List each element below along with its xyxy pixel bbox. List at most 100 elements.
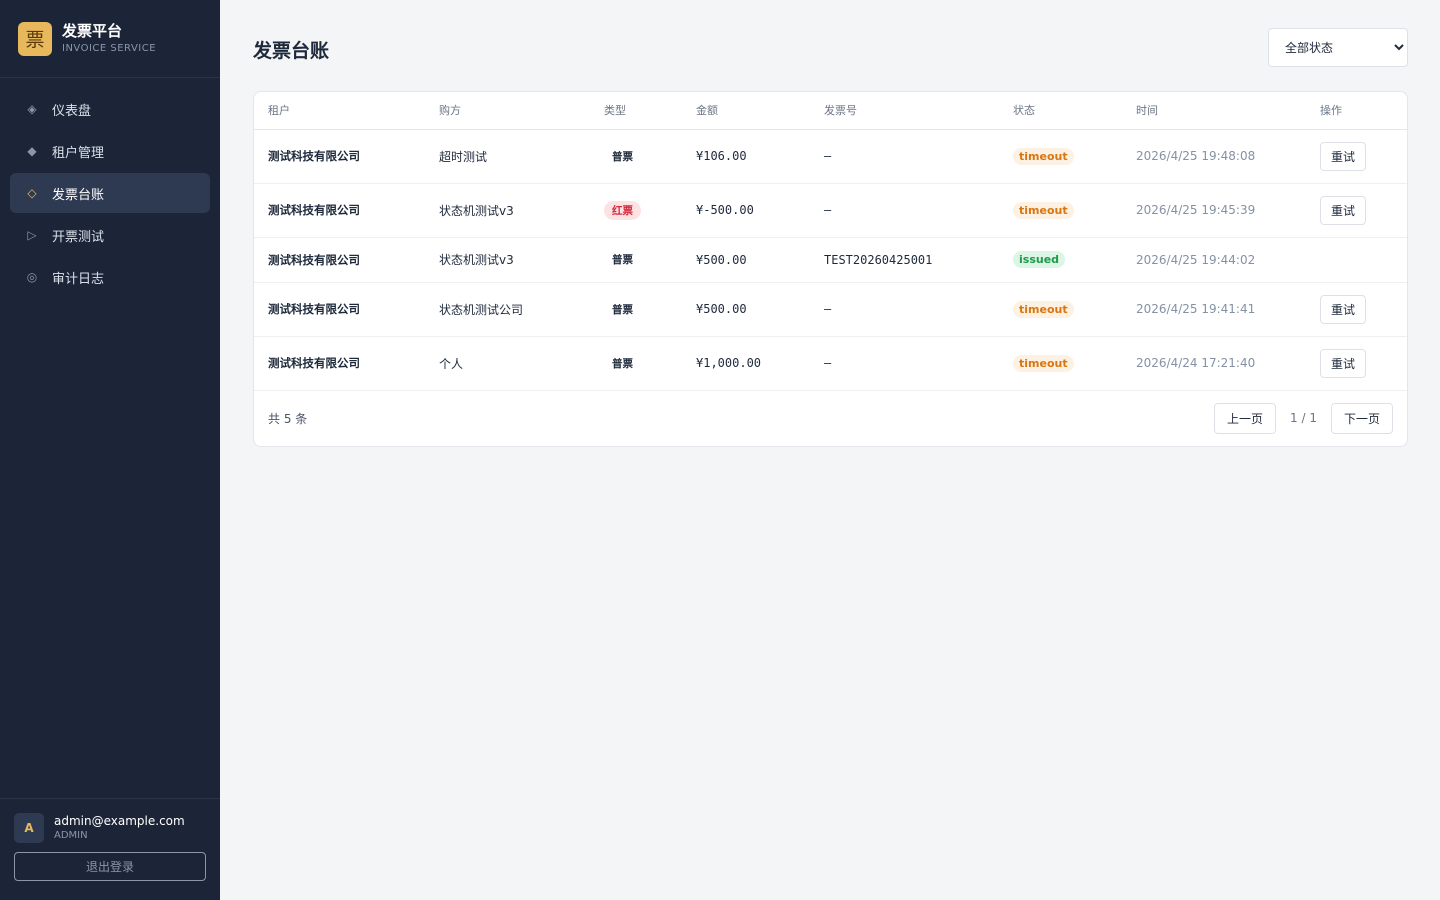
table-row: 测试科技有限公司 个人 普票 ¥1,000.00 — timeout 2026/4/24 1… [254,336,1407,390]
buyer-cell: 个人 [439,356,464,371]
type-badge: 普票 [612,303,633,316]
page-indicator: 1 / 1 [1290,411,1317,425]
total-count: 共 5 条 [268,411,308,426]
buyer-cell: 超时测试 [439,149,488,164]
next-page-button[interactable]: 下一页 [1331,402,1393,434]
status-cell: timeout [999,336,1122,390]
buyer-cell: 状态机测试v3 [439,253,514,267]
brand-logo: 票 [18,21,52,56]
brand-title: 发票平台 [62,22,123,40]
amount-cell: ¥500.00 [696,302,747,316]
sidebar-item[interactable]: ◆ 租户管理 [10,131,210,171]
status-badge: issued [1013,251,1066,268]
status-cell: timeout [999,183,1122,237]
sidebar-item[interactable]: ◈ 仪表盘 [10,89,210,129]
pagination: 上一页 1 / 1 下一页 [1214,402,1393,434]
ledger-icon: ◇ [27,186,37,200]
status-badge: timeout [1013,300,1074,318]
buyer-cell: 状态机测试公司 [439,302,524,317]
type-badge: 普票 [612,254,633,266]
type-badge: 普票 [612,150,633,163]
column-header: 操作 [1320,104,1342,118]
invoice-table-card: 租户 购方 类型 金额 发票号 状态 时间 操作 测试科技有限公司 超时测试 普票 ¥106.00—… [253,91,1408,447]
tenant-icon: ◆ [27,144,37,158]
time-cell: 2026/4/25 19:44:02 [1136,252,1256,267]
table-header-row: 租户 购方 类型 金额 发票号 状态 时间 操作 [254,92,1407,129]
table-row: 测试科技有限公司 状态机测试v3 普票 ¥500.00 TEST20260425001 i… [254,237,1407,282]
invoice-number-cell: — [824,356,832,370]
column-header: 发票号 [824,104,857,118]
column-header: 租户 [268,104,290,118]
tenant-cell: 测试科技有限公司 [268,302,360,316]
invoice-table: 租户 购方 类型 金额 发票号 状态 时间 操作 测试科技有限公司 超时测试 普票 ¥106.00—… [254,92,1407,391]
status-badge: timeout [1013,147,1074,165]
table-footer: 共 5 条 上一页 1 / 1 下一页 [254,391,1407,446]
time-cell: 2026/4/25 19:48:08 [1136,149,1256,163]
type-cell: 红票 [590,183,682,237]
invoice-number-cell: — [824,149,832,163]
sidebar-item-label: 开票测试 [52,229,105,245]
retry-button[interactable]: 重试 [1320,141,1366,171]
main-content: 发票台账 全部状态 租户 购方 类型 金额 发票号 状态 时间 操作 测试科技有限公司 超时测试… [220,0,1440,900]
column-header: 状态 [1013,104,1035,118]
dashboard-icon: ◈ [27,102,37,116]
user-role: ADMIN [54,830,88,841]
status-cell: timeout [999,282,1122,336]
action-cell: 重试 [1306,129,1407,183]
brand-subtitle: INVOICE SERVICE [62,43,157,54]
column-header: 金额 [696,104,718,118]
column-header: 时间 [1136,104,1158,118]
sidebar: 票 发票平台 INVOICE SERVICE ◈ 仪表盘 ◆ 租户管理 ◇ 发票台账 ▷ 开票… [0,0,220,900]
table-body: 测试科技有限公司 超时测试 普票 ¥106.00— timeout 2026/4/25 1… [254,129,1407,390]
prev-page-button[interactable]: 上一页 [1214,402,1277,434]
retry-button[interactable]: 重试 [1320,195,1366,225]
buyer-cell: 状态机测试v3 [439,203,514,218]
sidebar-item[interactable]: ◇ 发票台账 [10,173,210,213]
status-badge: timeout [1013,354,1074,372]
invoice-number-cell: — [824,203,832,217]
time-cell: 2026/4/24 17:21:40 [1136,356,1256,370]
amount-cell: ¥1,000.00 [696,356,762,370]
invoice-number-cell: TEST20260425001 [824,252,933,267]
page-title: 发票台账 [253,40,330,62]
play-icon: ▷ [27,228,37,242]
tenant-cell: 测试科技有限公司 [268,356,360,370]
status-cell: timeout [999,129,1122,183]
action-cell: 重试 [1306,282,1407,336]
sidebar-item-label: 仪表盘 [52,103,92,119]
action-cell [1306,237,1407,282]
retry-button[interactable]: 重试 [1320,348,1366,378]
sidebar-item-label: 租户管理 [52,145,105,161]
type-badge: 红票 [604,200,641,220]
type-badge: 普票 [612,357,633,370]
sidebar-nav: ◈ 仪表盘 ◆ 租户管理 ◇ 发票台账 ▷ 开票测试 ◎ 审计日志 [0,78,220,297]
sidebar-item[interactable]: ◎ 审计日志 [10,257,210,297]
sidebar-item-label: 审计日志 [52,271,105,287]
table-row: 测试科技有限公司 状态机测试公司 普票 ¥500.00 — timeout 2026/4/2… [254,282,1407,336]
amount-cell: ¥106.00 [696,149,747,163]
status-cell: issued [999,237,1122,282]
time-cell: 2026/4/25 19:45:39 [1136,203,1256,217]
logout-button[interactable]: 退出登录 [14,852,206,881]
amount-cell: ¥-500.00 [696,203,754,217]
table-row: 测试科技有限公司 状态机测试v3 红票 ¥-500.00 — timeout 2026/4/… [254,183,1407,237]
avatar: A [14,813,44,843]
action-cell: 重试 [1306,336,1407,390]
type-cell: 普票 [590,237,682,282]
time-cell: 2026/4/25 19:41:41 [1136,302,1256,316]
retry-button[interactable]: 重试 [1320,294,1366,324]
tenant-cell: 测试科技有限公司 [268,252,360,267]
table-row: 测试科技有限公司 超时测试 普票 ¥106.00 — timeout 2026/4/25 1… [254,129,1407,183]
amount-cell: ¥500.00 [696,252,747,267]
type-cell: 普票 [590,129,682,183]
audit-icon: ◎ [26,270,38,284]
sidebar-item[interactable]: ▷ 开票测试 [10,215,210,255]
status-filter-select[interactable]: 全部状态 [1268,28,1408,67]
brand: 票 发票平台 INVOICE SERVICE [0,0,220,78]
column-header: 购方 [439,104,461,118]
invoice-number-cell: — [824,302,832,316]
user-email: admin@example.com [54,814,185,828]
type-cell: 普票 [590,282,682,336]
action-cell: 重试 [1306,183,1407,237]
sidebar-item-label: 发票台账 [52,187,105,203]
